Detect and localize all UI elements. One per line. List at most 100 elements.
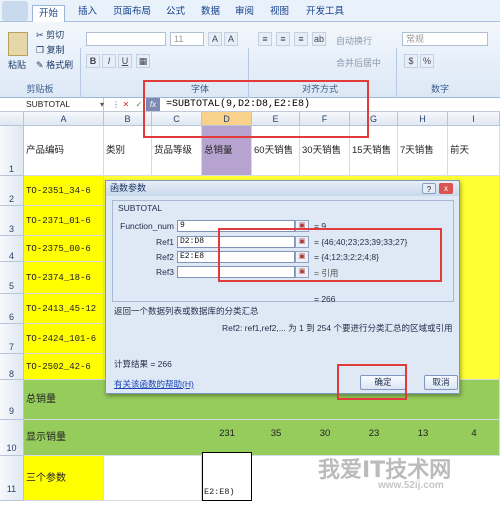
- header-cell[interactable]: 总销量: [202, 126, 252, 176]
- tab-insert[interactable]: 插入: [72, 4, 103, 20]
- product-code-cell[interactable]: TO-2413_45-12: [24, 294, 104, 324]
- wrap-text-button[interactable]: 自动换行: [336, 34, 372, 47]
- collapse-dialog-icon[interactable]: ▣: [295, 266, 309, 278]
- orientation-icon[interactable]: ab: [312, 32, 326, 46]
- arg-result-ref1: = {46;40;23;23;39;33;27}: [314, 237, 408, 247]
- product-code-cell[interactable]: TO-2502_42-6: [24, 354, 104, 380]
- tab-developer[interactable]: 开发工具: [300, 4, 350, 20]
- column-header-a[interactable]: A: [24, 112, 104, 126]
- name-box[interactable]: SUBTOTAL: [2, 98, 104, 111]
- formula-input[interactable]: =SUBTOTAL(9,D2:D8,E2:E8): [166, 98, 310, 111]
- row-header[interactable]: 6: [0, 294, 24, 324]
- insert-function-icon[interactable]: fx: [146, 98, 160, 111]
- format-painter-button[interactable]: ✎ 格式刷: [36, 58, 73, 71]
- collapse-dialog-icon[interactable]: ▣: [295, 220, 309, 232]
- row-header[interactable]: 10: [0, 420, 24, 456]
- underline-button[interactable]: U: [118, 54, 132, 68]
- paste-button[interactable]: 粘贴: [8, 58, 26, 71]
- font-name-select[interactable]: [86, 32, 166, 46]
- function-num-input[interactable]: 9: [177, 220, 295, 232]
- watermark-url: www.52ij.com: [378, 480, 444, 491]
- tab-review[interactable]: 审阅: [229, 4, 260, 20]
- header-cell[interactable]: 产品编码: [24, 126, 104, 176]
- tab-page-layout[interactable]: 页面布局: [107, 4, 157, 20]
- display-value-g: 23: [368, 428, 380, 439]
- product-code-cell[interactable]: TO-2351_34-6: [24, 176, 104, 206]
- product-code-cell[interactable]: TO-2424_101-6: [24, 324, 104, 354]
- align-top-icon[interactable]: ≡: [258, 32, 272, 46]
- collapse-dialog-icon[interactable]: ▣: [295, 251, 309, 263]
- tab-view[interactable]: 视图: [264, 4, 295, 20]
- product-code-cell[interactable]: TO-2374_18-6: [24, 262, 104, 294]
- column-header-b[interactable]: B: [104, 112, 152, 126]
- column-header-h[interactable]: H: [398, 112, 448, 126]
- header-cell[interactable]: 货品等级: [152, 126, 202, 176]
- shrink-font-icon[interactable]: A: [224, 32, 238, 46]
- cancel-button[interactable]: 取消: [424, 375, 458, 390]
- percent-icon[interactable]: %: [420, 54, 434, 68]
- header-cell[interactable]: 30天销售: [300, 126, 350, 176]
- tab-formulas[interactable]: 公式: [160, 4, 191, 20]
- product-code-cell[interactable]: TO-2371_01-6: [24, 206, 104, 236]
- paste-icon[interactable]: [8, 32, 28, 56]
- column-header-e[interactable]: E: [252, 112, 300, 126]
- header-cell[interactable]: 15天销售: [350, 126, 398, 176]
- row-11-cell[interactable]: [104, 456, 202, 501]
- font-size-select[interactable]: 11: [170, 32, 204, 46]
- cut-button[interactable]: ✂ 剪切: [36, 28, 64, 41]
- bold-button[interactable]: B: [86, 54, 100, 68]
- collapse-dialog-icon[interactable]: ▣: [295, 236, 309, 248]
- ok-button[interactable]: 确定: [360, 375, 406, 390]
- column-header-g[interactable]: G: [350, 112, 398, 126]
- office-button[interactable]: [2, 1, 28, 21]
- header-cell[interactable]: 类别: [104, 126, 152, 176]
- edit-cell-d11[interactable]: E2:E8): [202, 452, 252, 501]
- row-header[interactable]: 1: [0, 126, 24, 176]
- align-middle-icon[interactable]: ≡: [276, 32, 290, 46]
- row-header[interactable]: 4: [0, 236, 24, 262]
- row-header[interactable]: 2: [0, 176, 24, 206]
- function-name-label: SUBTOTAL: [118, 203, 163, 213]
- column-header-c[interactable]: C: [152, 112, 202, 126]
- ribbon-tabs: 开始 插入 页面布局 公式 数据 审阅 视图 开发工具: [0, 0, 500, 22]
- row-header[interactable]: 5: [0, 262, 24, 294]
- ref2-input[interactable]: E2:E8: [177, 251, 295, 263]
- grow-font-icon[interactable]: A: [208, 32, 222, 46]
- merge-center-button[interactable]: 合并后居中: [336, 56, 381, 69]
- cancel-formula-icon[interactable]: ✕: [120, 99, 132, 110]
- arg-label-ref1: Ref1: [156, 237, 174, 247]
- currency-icon[interactable]: $: [404, 54, 418, 68]
- row-header[interactable]: 11: [0, 456, 24, 501]
- row-header[interactable]: 7: [0, 324, 24, 354]
- column-header-d[interactable]: D: [202, 112, 252, 126]
- close-icon[interactable]: x: [439, 183, 453, 194]
- header-cell[interactable]: 60天销售: [252, 126, 300, 176]
- enter-formula-icon[interactable]: ✓: [133, 99, 145, 110]
- header-cell[interactable]: 7天销售: [398, 126, 448, 176]
- row-header[interactable]: 9: [0, 380, 24, 420]
- header-cell[interactable]: 前天: [448, 126, 500, 176]
- row-header[interactable]: 3: [0, 206, 24, 236]
- copy-icon: ❐: [36, 45, 45, 55]
- three-params-label[interactable]: 三个参数: [24, 456, 104, 501]
- arg-label-ref3: Ref3: [156, 267, 174, 277]
- copy-button[interactable]: ❐ 复制: [36, 43, 65, 56]
- tab-home[interactable]: 开始: [32, 5, 66, 22]
- ref1-input[interactable]: D2:D8: [177, 236, 295, 248]
- select-all-corner[interactable]: [0, 112, 24, 126]
- column-header-i[interactable]: I: [448, 112, 500, 126]
- function-help-link[interactable]: 有关该函数的帮助(H): [114, 378, 194, 390]
- border-icon[interactable]: ▦: [136, 54, 150, 68]
- help-icon[interactable]: ?: [422, 183, 436, 194]
- product-code-cell[interactable]: TO-2375_00-6: [24, 236, 104, 262]
- italic-button[interactable]: I: [102, 54, 116, 68]
- align-bottom-icon[interactable]: ≡: [294, 32, 308, 46]
- cut-label: 剪切: [46, 30, 65, 40]
- row-header[interactable]: 8: [0, 354, 24, 380]
- ref3-input[interactable]: [177, 266, 295, 278]
- name-box-dropdown-icon[interactable]: ▾: [96, 99, 108, 110]
- tab-data[interactable]: 数据: [195, 4, 226, 20]
- number-format-select[interactable]: 常规: [402, 32, 488, 46]
- column-header-f[interactable]: F: [300, 112, 350, 126]
- arg-result-function-num: = 9: [314, 221, 327, 231]
